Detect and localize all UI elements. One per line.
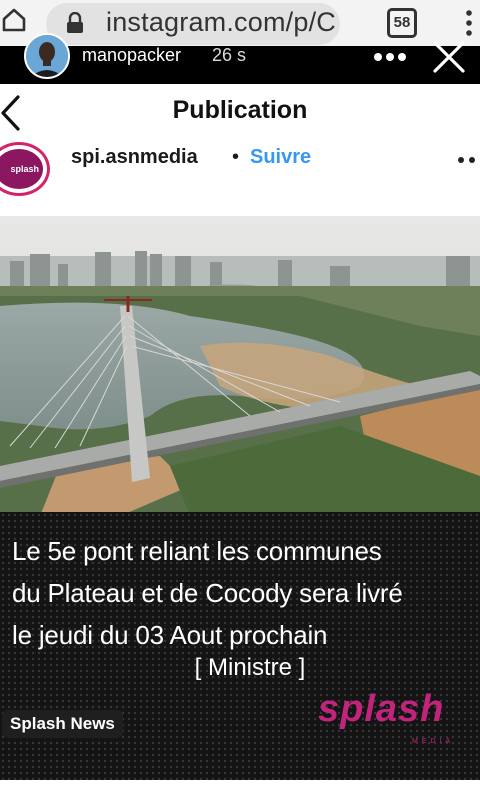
post-image[interactable]: Le 5e pont reliant les communes du Plate… — [0, 216, 480, 780]
headline: Le 5e pont reliant les communes du Plate… — [12, 530, 476, 656]
headline-line: Le 5e pont reliant les communes — [12, 536, 382, 566]
story-time: 26 s — [212, 45, 247, 65]
post-options-icon[interactable] — [457, 156, 480, 164]
image-caption-panel: Le 5e pont reliant les communes du Plate… — [0, 512, 480, 780]
bridge-photo — [0, 216, 480, 516]
headline-line: le jeudi du 03 Aout prochain — [12, 620, 328, 650]
separator-dot: • — [232, 146, 240, 168]
app-header: Publication — [0, 84, 480, 144]
account-avatar[interactable]: splash — [0, 142, 50, 196]
brand-logo: splash — [318, 688, 445, 730]
post-header: splash spi.asnmedia • Suivre — [0, 142, 480, 216]
more-options-icon[interactable] — [373, 47, 407, 67]
avatar-photo — [26, 35, 68, 77]
avatar[interactable] — [24, 33, 70, 79]
follow-button[interactable]: Suivre — [250, 146, 311, 169]
account-name[interactable]: spi.asnmedia — [71, 146, 198, 169]
page-title: Publication — [172, 96, 308, 124]
bottom-strip — [0, 780, 480, 800]
headline-line: du Plateau et de Cocody sera livré — [12, 578, 403, 608]
story-header: manopacker 26 s — [0, 30, 480, 84]
account-avatar-text: splash — [0, 149, 43, 189]
close-icon[interactable] — [432, 40, 466, 74]
news-badge: Splash News — [2, 710, 123, 738]
source-label: [ Ministre ] — [194, 654, 306, 681]
home-icon[interactable] — [2, 8, 26, 32]
brand-logo-sub: MEDIA — [412, 738, 455, 745]
story-username[interactable]: manopacker — [82, 45, 181, 66]
